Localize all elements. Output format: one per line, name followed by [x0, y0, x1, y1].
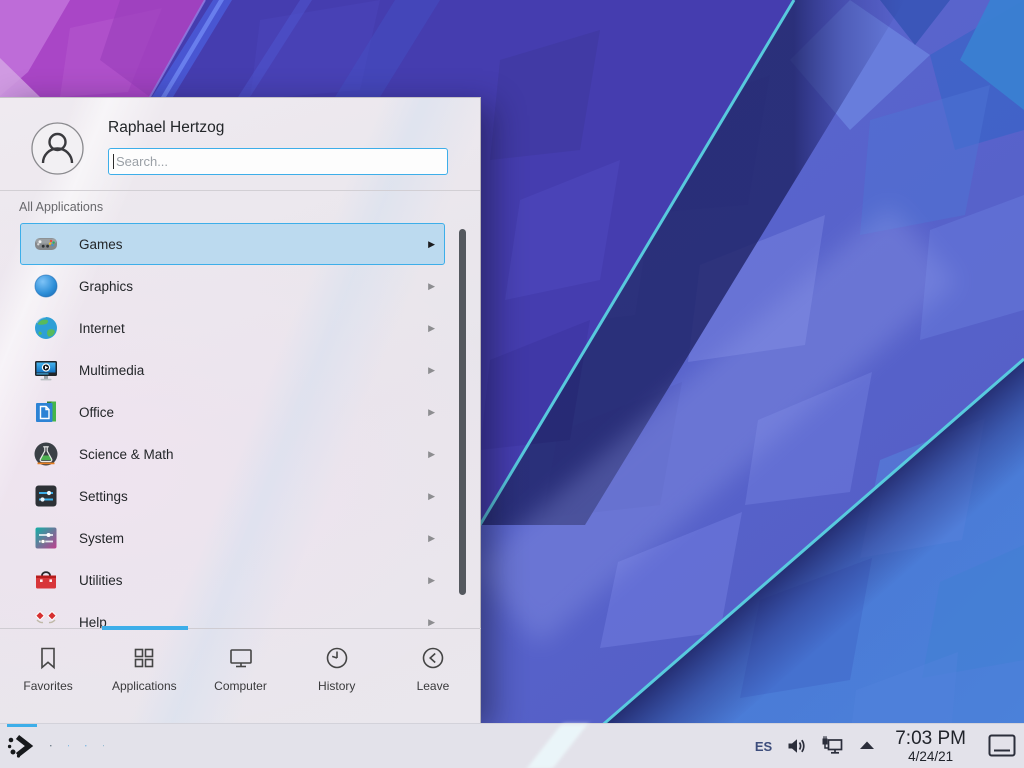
category-label: Science & Math: [79, 447, 174, 462]
category-label: Utilities: [79, 573, 123, 588]
kde-launcher-icon: [4, 731, 34, 761]
category-label: Graphics: [79, 279, 133, 294]
app-category-internet[interactable]: Internet ▶: [20, 307, 445, 349]
globe-icon: [32, 314, 60, 342]
tab-label: History: [318, 679, 355, 693]
submenu-arrow-icon: ▶: [428, 323, 435, 334]
app-category-system[interactable]: System ▶: [20, 517, 445, 559]
scrollbar-thumb[interactable]: [459, 229, 466, 595]
app-category-office[interactable]: Office ▶: [20, 391, 445, 433]
text-caret: [113, 154, 114, 169]
expand-tray-caret-icon[interactable]: [857, 735, 877, 757]
clock-time: 7:03 PM: [895, 729, 966, 748]
submenu-arrow-icon: ▶: [428, 491, 435, 502]
multimedia-monitor-icon: [32, 356, 60, 384]
app-category-list: Games ▶ Graphics ▶ Intern: [0, 223, 481, 628]
network-wired-icon[interactable]: [820, 735, 844, 757]
submenu-arrow-icon: ▶: [428, 365, 435, 376]
app-category-science-math[interactable]: Science & Math ▶: [20, 433, 445, 475]
tab-computer[interactable]: Computer: [192, 629, 288, 724]
toolbox-icon: [32, 566, 60, 594]
discover-software-center-icon[interactable]: [68, 745, 70, 747]
submenu-arrow-icon: ▶: [428, 533, 435, 544]
app-category-help[interactable]: Help ▶: [20, 601, 445, 628]
taskbar-panel: ES 7:03 PM 4/24/21: [0, 723, 1024, 768]
tab-favorites[interactable]: Favorites: [0, 629, 96, 724]
taskbar-translucency-streak: [526, 724, 587, 768]
computer-icon: [227, 644, 255, 672]
search-input[interactable]: [108, 148, 448, 175]
sphere-icon: [32, 272, 60, 300]
leave-icon: [419, 644, 447, 672]
submenu-arrow-icon: ▶: [428, 407, 435, 418]
app-grid-icon: [130, 644, 158, 672]
active-tab-indicator: [102, 626, 188, 630]
category-label: Settings: [79, 489, 128, 504]
application-launcher-menu: Raphael Hertzog All Applications Games ▶: [0, 97, 481, 723]
history-clock-icon: [323, 644, 351, 672]
tab-label: Favorites: [23, 679, 72, 693]
section-label: All Applications: [19, 200, 103, 214]
gamepad-icon: [32, 230, 60, 258]
category-label: Games: [79, 237, 123, 252]
launcher-active-indicator: [7, 724, 37, 727]
app-category-games[interactable]: Games ▶: [20, 223, 445, 265]
submenu-arrow-icon: ▶: [428, 617, 435, 628]
application-launcher-button[interactable]: [4, 724, 34, 768]
app-category-utilities[interactable]: Utilities ▶: [20, 559, 445, 601]
show-desktop-icon: [988, 734, 1016, 758]
tab-leave[interactable]: Leave: [385, 629, 481, 724]
desktop: Raphael Hertzog All Applications Games ▶: [0, 0, 1024, 768]
keyboard-layout-indicator[interactable]: ES: [755, 739, 772, 754]
launcher-tabbar: Favorites Applications Computer: [0, 628, 481, 724]
show-desktop-button[interactable]: [988, 734, 1016, 758]
taskbar-launcher-area: [4, 724, 104, 768]
tab-label: Computer: [214, 679, 267, 693]
submenu-arrow-icon: ▶: [428, 449, 435, 460]
settings-sliders-icon: [32, 482, 60, 510]
system-sliders-icon: [32, 524, 60, 552]
submenu-arrow-icon: ▶: [428, 281, 435, 292]
user-name: Raphael Hertzog: [108, 119, 224, 137]
digital-clock[interactable]: 7:03 PM 4/24/21: [895, 729, 966, 764]
clock-date: 4/24/21: [895, 750, 966, 764]
tab-label: Leave: [417, 679, 450, 693]
system-tray: ES 7:03 PM 4/24/21: [755, 729, 1016, 764]
tab-label: Applications: [112, 679, 177, 693]
category-label: System: [79, 531, 124, 546]
category-label: Office: [79, 405, 114, 420]
submenu-arrow-icon: ▶: [428, 575, 435, 586]
system-settings-icon[interactable]: [50, 745, 52, 747]
science-flask-icon: [32, 440, 60, 468]
volume-icon[interactable]: [785, 735, 807, 757]
tab-history[interactable]: History: [289, 629, 385, 724]
user-avatar-icon[interactable]: [31, 122, 84, 175]
launcher-header: Raphael Hertzog: [0, 98, 480, 191]
office-documents-icon: [32, 398, 60, 426]
submenu-arrow-icon: ▶: [428, 239, 435, 250]
app-category-multimedia[interactable]: Multimedia ▶: [20, 349, 445, 391]
file-manager-folder-icon[interactable]: [85, 745, 87, 747]
app-category-settings[interactable]: Settings ▶: [20, 475, 445, 517]
bookmark-icon: [34, 644, 62, 672]
category-label: Internet: [79, 321, 125, 336]
tab-applications[interactable]: Applications: [96, 629, 192, 724]
category-label: Multimedia: [79, 363, 144, 378]
web-browser-globe-icon[interactable]: [103, 745, 105, 747]
help-icon: [32, 608, 60, 628]
app-category-graphics[interactable]: Graphics ▶: [20, 265, 445, 307]
